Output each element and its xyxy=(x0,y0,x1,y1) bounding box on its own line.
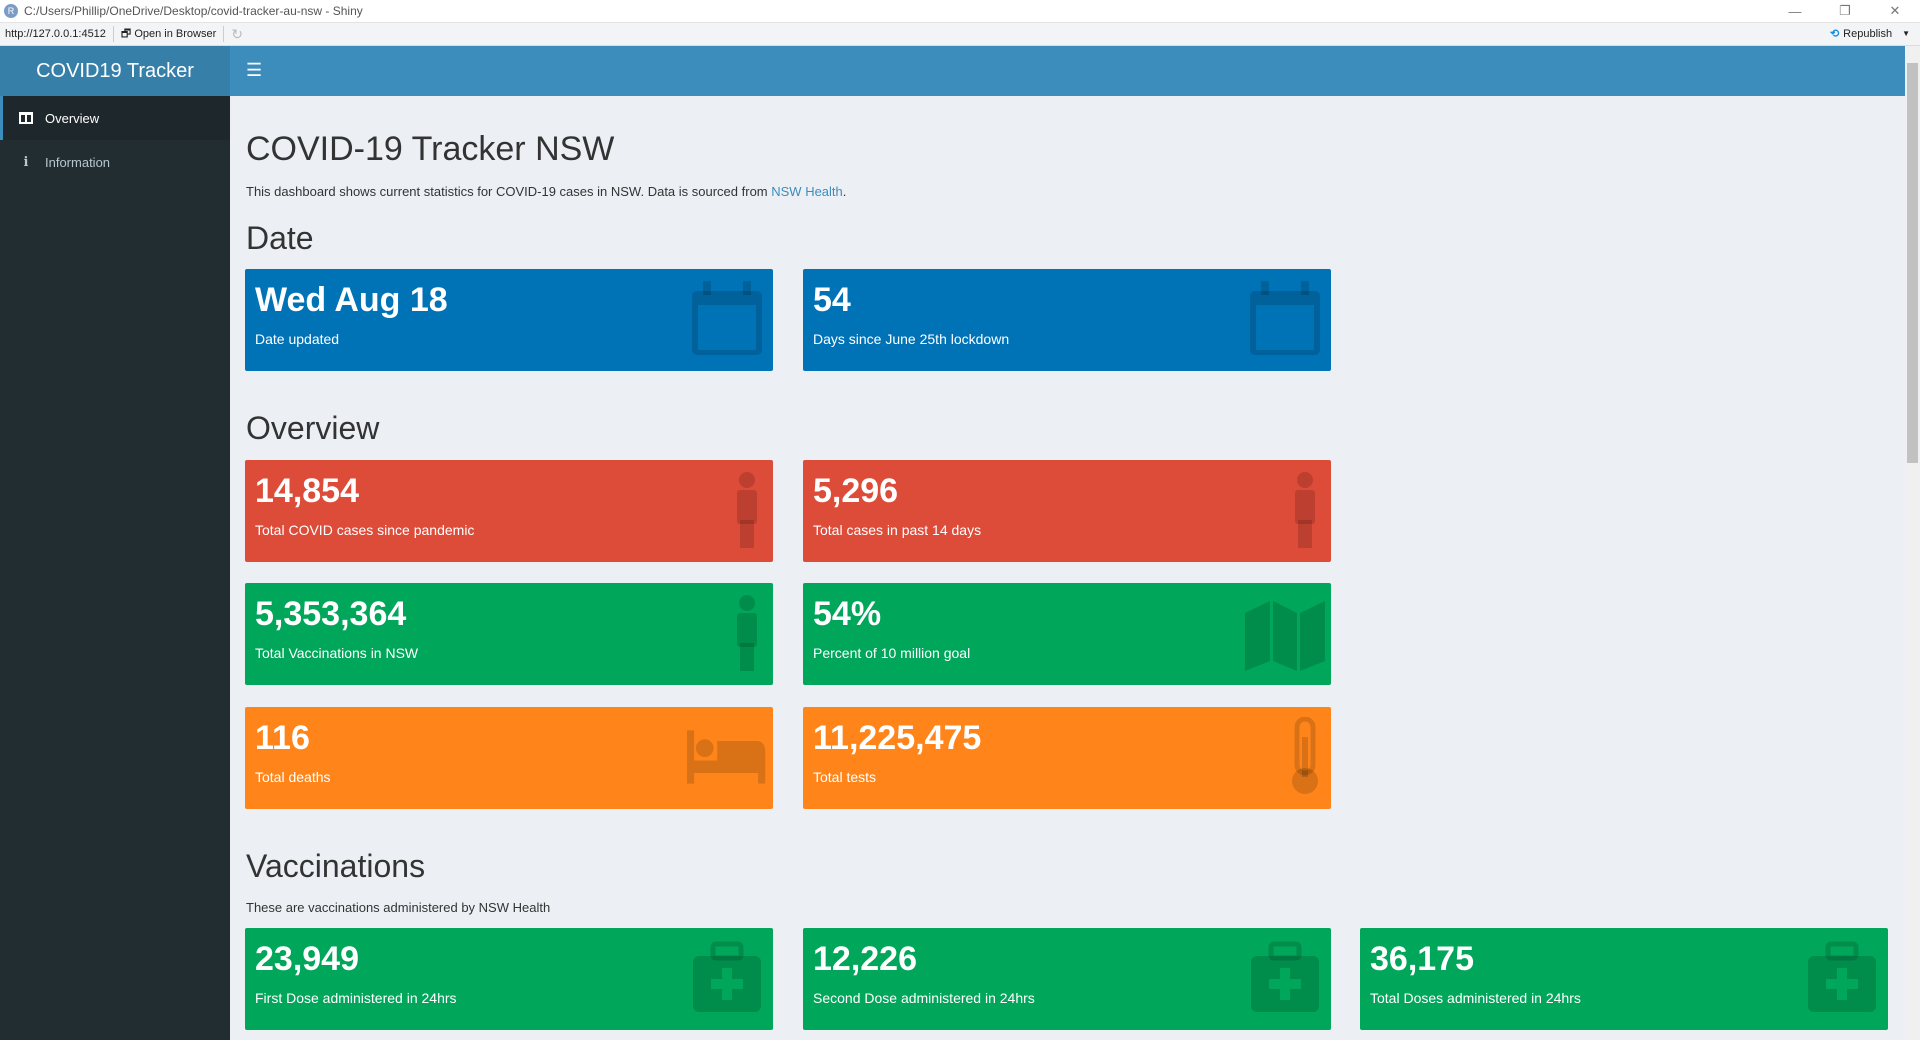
second-dose-box: 12,226 Second Dose administered in 24hrs xyxy=(803,928,1331,1030)
vaccinations-heading: Vaccinations xyxy=(246,848,426,884)
restore-button[interactable]: ❐ xyxy=(1820,0,1870,22)
republish-label: Republish xyxy=(1843,27,1893,40)
viewer-toolbar: http://127.0.0.1:4512 🗗 Open in Browser … xyxy=(0,23,1920,46)
bed-icon xyxy=(687,730,766,784)
description-text: This dashboard shows current statistics … xyxy=(246,184,772,199)
days-since-lockdown-box: 54 Days since June 25th lockdown xyxy=(803,269,1331,371)
thermometer-icon xyxy=(1292,717,1318,794)
vertical-scrollbar[interactable] xyxy=(1905,46,1920,1040)
window-title: C:/Users/Phillip/OneDrive/Desktop/covid-… xyxy=(24,4,363,18)
sidebar-toggle-button[interactable]: ☰ xyxy=(230,46,278,96)
person-icon xyxy=(737,472,757,548)
percent-goal-box: 54% Percent of 10 million goal xyxy=(803,583,1331,685)
publish-icon: ⟲ xyxy=(1829,28,1840,40)
refresh-icon[interactable]: ↻ xyxy=(231,26,243,43)
info-icon: i xyxy=(23,154,29,170)
overview-heading: Overview xyxy=(246,410,380,446)
sidebar-item-label: Information xyxy=(45,154,111,170)
total-deaths-box: 116 Total deaths xyxy=(245,707,773,809)
sidebar: Overview i Information xyxy=(0,96,230,1040)
sidebar-item-overview[interactable]: Overview xyxy=(0,96,230,140)
app-logo[interactable]: COVID19 Tracker xyxy=(0,46,230,96)
minimize-button[interactable]: — xyxy=(1770,0,1820,22)
date-updated-box: Wed Aug 18 Date updated xyxy=(245,269,773,371)
first-dose-box: 23,949 First Dose administered in 24hrs xyxy=(245,928,773,1030)
chevron-down-icon[interactable]: ▼ xyxy=(1902,29,1910,38)
map-icon xyxy=(1245,601,1325,671)
person-icon xyxy=(1295,472,1315,548)
open-in-browser-button[interactable]: 🗗 Open in Browser xyxy=(121,25,216,44)
dashboard-icon xyxy=(19,112,33,124)
total-doses-box: 36,175 Total Doses administered in 24hrs xyxy=(1360,928,1888,1030)
scrollbar-thumb[interactable] xyxy=(1907,63,1918,463)
close-button[interactable]: ✕ xyxy=(1870,0,1920,22)
top-header: COVID19 Tracker ☰ xyxy=(0,46,1905,96)
republish-button[interactable]: ⟲ Republish ▼ xyxy=(1829,27,1910,41)
window-titlebar: R C:/Users/Phillip/OneDrive/Desktop/covi… xyxy=(0,0,1920,23)
page-description: This dashboard shows current statistics … xyxy=(246,184,846,199)
medkit-icon xyxy=(1808,941,1876,1012)
page-title: COVID-19 Tracker NSW xyxy=(246,130,615,168)
calendar-icon xyxy=(692,281,762,355)
nsw-health-link[interactable]: NSW Health xyxy=(771,184,843,199)
calendar-icon xyxy=(1250,281,1320,355)
date-heading: Date xyxy=(246,220,314,256)
r-logo-icon: R xyxy=(4,4,18,18)
main-content: COVID-19 Tracker NSW This dashboard show… xyxy=(230,96,1905,1040)
vaccinations-subtext: These are vaccinations administered by N… xyxy=(246,900,551,915)
description-end: . xyxy=(842,184,847,199)
total-tests-box: 11,225,475 Total tests xyxy=(803,707,1331,809)
sidebar-item-information[interactable]: i Information xyxy=(0,140,230,184)
cases-14-days-box: 5,296 Total cases in past 14 days xyxy=(803,460,1331,562)
open-in-browser-label: Open in Browser xyxy=(134,27,217,40)
url-field[interactable]: http://127.0.0.1:4512 xyxy=(5,28,106,40)
total-cases-box: 14,854 Total COVID cases since pandemic xyxy=(245,460,773,562)
person-icon xyxy=(737,595,757,671)
medkit-icon xyxy=(693,941,761,1012)
medkit-icon xyxy=(1251,941,1319,1012)
total-vaccinations-box: 5,353,364 Total Vaccinations in NSW xyxy=(245,583,773,685)
sidebar-item-label: Overview xyxy=(45,110,100,126)
